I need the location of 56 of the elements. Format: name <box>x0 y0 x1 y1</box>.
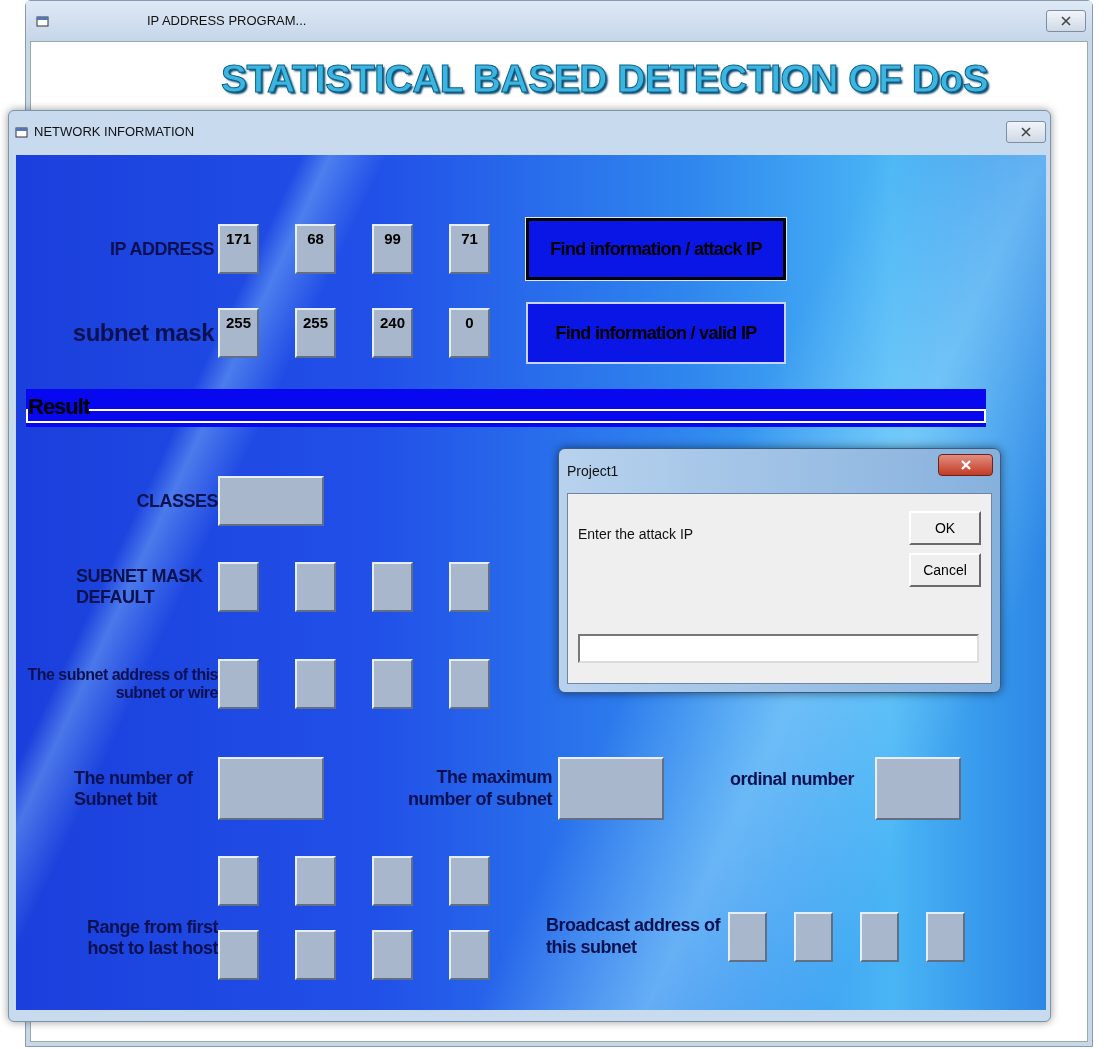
octet-field[interactable] <box>295 856 336 906</box>
classes-field[interactable] <box>218 476 324 526</box>
octet-field[interactable]: 171 <box>218 224 259 274</box>
field-label: ordinal number <box>730 769 856 791</box>
octet-field[interactable]: 240 <box>372 308 413 358</box>
window-title: IP ADDRESS PROGRAM... <box>147 12 307 31</box>
window-title: NETWORK INFORMATION <box>34 123 195 142</box>
dialog-prompt: Enter the attack IP <box>578 525 694 544</box>
window-icon <box>15 125 28 139</box>
octet-field[interactable] <box>794 912 833 962</box>
octet-field[interactable]: 0 <box>449 308 490 358</box>
octet-field[interactable] <box>449 562 490 612</box>
octet-field[interactable]: 99 <box>372 224 413 274</box>
octet-field[interactable] <box>860 912 899 962</box>
dialog-button[interactable]: Cancel <box>909 553 981 587</box>
ip-input-field[interactable] <box>578 634 979 663</box>
field-label: IP ADDRESS <box>108 238 215 260</box>
octet-field[interactable] <box>449 659 490 709</box>
octet-field[interactable] <box>372 562 413 612</box>
ordinal-field[interactable] <box>875 757 961 820</box>
octet-field[interactable] <box>372 659 413 709</box>
field-label: subnet mask <box>71 319 216 347</box>
octet-field[interactable]: 255 <box>295 308 336 358</box>
octet-field[interactable] <box>218 856 259 906</box>
field-label: The number of Subnet bit <box>73 767 194 810</box>
field-label: Broadcast address of this subnet <box>546 914 722 959</box>
field-label: SUBNET MASK DEFAULT <box>75 566 204 608</box>
octet-field[interactable]: 68 <box>295 224 336 274</box>
field-label: The subnet address of this subnet or wire <box>26 665 218 703</box>
octet-field[interactable] <box>372 856 413 906</box>
dialog-button[interactable]: OK <box>909 511 981 545</box>
close-icon <box>1020 126 1032 138</box>
banner-title: STATISTICAL BASED DETECTION OF DoS <box>221 58 989 101</box>
octet-field[interactable]: 71 <box>449 224 490 274</box>
octet-field[interactable] <box>728 912 767 962</box>
subnet-bits-field[interactable] <box>218 757 324 820</box>
octet-field[interactable] <box>926 912 965 962</box>
field-label: CLASSES <box>135 490 218 512</box>
field-label: The maximum number of subnet <box>407 766 554 811</box>
octet-field[interactable] <box>449 856 490 906</box>
close-icon <box>1060 15 1072 27</box>
dialog-title: Project1 <box>567 461 619 481</box>
octet-field[interactable]: 255 <box>218 308 259 358</box>
octet-field[interactable] <box>295 562 336 612</box>
octet-field[interactable] <box>295 659 336 709</box>
octet-field[interactable] <box>218 930 259 980</box>
close-icon <box>959 459 972 471</box>
octet-field[interactable] <box>449 930 490 980</box>
max-subnets-field[interactable] <box>558 757 664 820</box>
octet-field[interactable] <box>295 930 336 980</box>
octet-field[interactable] <box>218 659 259 709</box>
close-button[interactable] <box>938 454 993 476</box>
octet-field[interactable] <box>218 562 259 612</box>
window-icon <box>36 14 49 28</box>
octet-field[interactable] <box>372 930 413 980</box>
field-label: Range from first host to last host <box>85 916 218 959</box>
